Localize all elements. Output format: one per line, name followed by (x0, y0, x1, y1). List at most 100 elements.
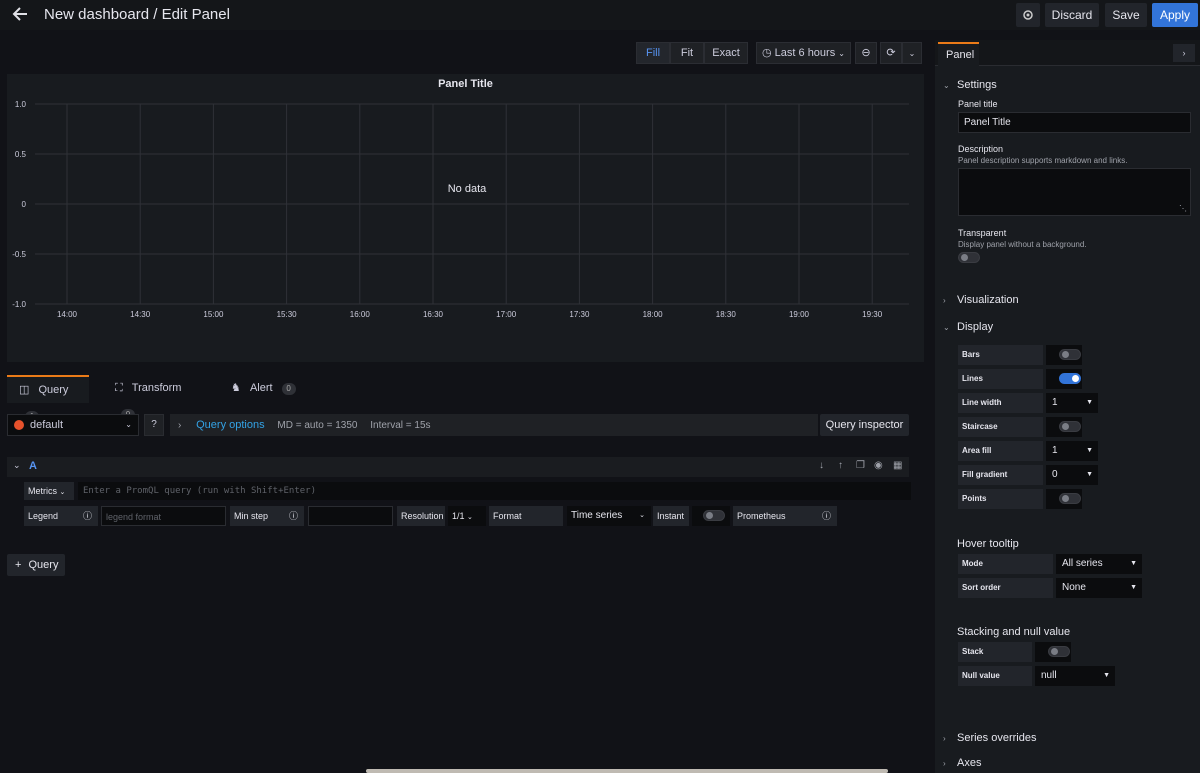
save-button[interactable]: Save (1105, 3, 1147, 27)
options-header: Panel › (935, 40, 1200, 66)
section-display-title: Display (957, 321, 994, 333)
prometheus-label: Prometheus ⓘ (733, 506, 837, 526)
toggle-knob (1062, 495, 1069, 502)
area-fill-select[interactable]: 1 ▼ (1046, 441, 1098, 461)
mode-value: All series (1062, 558, 1103, 569)
toggle-knob (961, 254, 968, 261)
section-axes[interactable]: › Axes (943, 757, 981, 769)
info-icon: ⓘ (821, 511, 831, 521)
metrics-dropdown[interactable]: Metrics ⌄ (24, 482, 74, 500)
metrics-row: Metrics ⌄ Enter a PromQL query (run with… (24, 482, 911, 500)
time-range-picker[interactable]: ◷ Last 6 hours ⌄ (756, 42, 851, 64)
trash-icon[interactable]: ▦ (893, 460, 902, 471)
tab-alert-label: Alert (249, 382, 273, 394)
plus-icon: + (15, 559, 22, 571)
sort-order-select[interactable]: None ▼ (1056, 578, 1142, 598)
discard-button[interactable]: Discard (1045, 3, 1099, 27)
staircase-toggle[interactable] (1059, 421, 1081, 432)
lines-label: Lines (958, 369, 1043, 389)
x-tick-label: 18:30 (716, 310, 737, 319)
panel-title-input[interactable]: Panel Title (958, 112, 1191, 133)
chevron-right-icon: › (1182, 48, 1186, 58)
description-textarea[interactable]: ⋱ (958, 168, 1191, 216)
zoom-out-button[interactable]: ⊖ (855, 42, 877, 64)
fill-gradient-select[interactable]: 0 ▼ (1046, 465, 1098, 485)
settings-button[interactable] (1016, 3, 1040, 27)
section-settings[interactable]: ⌄ Settings (943, 79, 997, 91)
stack-label: Stack (958, 642, 1032, 662)
refresh-icon: ⟳ (886, 47, 896, 59)
format-select[interactable]: Time series ⌄ (567, 506, 651, 526)
x-tick-label: 16:30 (423, 310, 444, 319)
transparent-toggle[interactable] (958, 252, 980, 263)
max-data-points: MD = auto = 1350 (277, 420, 358, 431)
min-step-label: Min step ⓘ (230, 506, 304, 526)
datasource-help-button[interactable]: ? (144, 414, 164, 436)
stack-toggle[interactable] (1048, 646, 1070, 657)
query-options-bar[interactable]: › Query options MD = auto = 1350 Interva… (170, 414, 818, 436)
collapse-pane-button[interactable]: › (1173, 44, 1195, 62)
stacking-heading: Stacking and null value (957, 626, 1071, 638)
move-up-icon[interactable]: ↑ (838, 460, 843, 471)
fill-button[interactable]: Fill (636, 42, 670, 64)
caret-down-icon: ▼ (1086, 399, 1093, 406)
toggle-knob (1051, 648, 1058, 655)
refresh-button[interactable]: ⟳ (880, 42, 902, 64)
bell-icon: ♞ (231, 382, 241, 394)
zoom-out-icon: ⊖ (861, 47, 871, 59)
min-step-label-text: Min step (234, 511, 269, 521)
back-arrow-icon[interactable] (10, 4, 30, 24)
move-down-icon[interactable]: ↓ (819, 460, 824, 471)
query-inspector-button[interactable]: Query inspector (820, 414, 909, 436)
datasource-name: default (30, 419, 64, 431)
x-tick-label: 14:00 (57, 310, 78, 319)
promql-query-input[interactable]: Enter a PromQL query (run with Shift+Ent… (78, 482, 911, 500)
points-toggle[interactable] (1059, 493, 1081, 504)
resize-handle-icon[interactable]: ⋱ (1179, 204, 1187, 213)
section-visualization[interactable]: › Visualization (943, 294, 1019, 306)
points-label: Points (958, 489, 1043, 509)
tab-alert-count: 0 (281, 383, 296, 395)
info-icon: ⓘ (82, 511, 92, 521)
null-value-label: Null value (958, 666, 1032, 686)
section-display[interactable]: ⌄ Display (943, 321, 993, 333)
section-series-overrides[interactable]: › Series overrides (943, 732, 1036, 744)
x-tick-label: 15:00 (203, 310, 224, 319)
copy-icon[interactable]: ❐ (856, 460, 865, 471)
lines-toggle-wrap (1046, 369, 1082, 389)
mode-label: Mode (958, 554, 1053, 574)
null-value-select[interactable]: null ▼ (1035, 666, 1115, 686)
transform-icon: ⛶ (115, 382, 123, 394)
time-range-label: Last 6 hours (774, 47, 836, 59)
tab-query[interactable]: ◫ Query 1 (7, 375, 89, 423)
mode-select[interactable]: All series ▼ (1056, 554, 1142, 574)
add-query-button[interactable]: + Query (7, 554, 65, 576)
lines-toggle[interactable] (1059, 373, 1081, 384)
line-width-select[interactable]: 1 ▼ (1046, 393, 1098, 413)
description-hint: Panel description supports markdown and … (958, 156, 1128, 165)
apply-button[interactable]: Apply (1152, 3, 1198, 27)
exact-button[interactable]: Exact (704, 42, 748, 64)
legend-format-input[interactable]: legend format (101, 506, 226, 526)
resolution-select[interactable]: 1/1 ⌄ (448, 506, 486, 526)
legend-row: Legend ⓘ legend format Min step ⓘ Resolu… (24, 506, 844, 526)
caret-down-icon: ▼ (1086, 447, 1093, 454)
eye-icon[interactable]: ◉ (874, 460, 883, 471)
datasource-picker[interactable]: default ⌄ (7, 414, 139, 436)
tab-panel[interactable]: Panel (938, 42, 979, 66)
query-header[interactable]: ⌄ A ↓ ↑ ❐ ◉ ▦ (7, 457, 909, 477)
chevron-down-icon: ⌄ (943, 81, 950, 90)
fit-button[interactable]: Fit (670, 42, 704, 64)
tab-transform[interactable]: ⛶ Transform 0 (103, 375, 203, 421)
format-value: Time series (571, 510, 623, 521)
x-tick-label: 19:30 (862, 310, 883, 319)
refresh-interval-dropdown[interactable]: ⌄ (902, 42, 922, 64)
toggle-knob (1072, 375, 1079, 382)
instant-toggle[interactable] (703, 510, 725, 521)
transparent-label: Transparent (958, 228, 1007, 238)
bars-toggle[interactable] (1059, 349, 1081, 360)
tab-alert[interactable]: ♞ Alert 0 (219, 375, 299, 403)
query-tabs: ◫ Query 1 ⛶ Transform 0 ♞ Alert 0 (7, 375, 924, 423)
chevron-down-icon[interactable]: ⌄ (13, 460, 21, 471)
min-step-input[interactable] (308, 506, 393, 526)
